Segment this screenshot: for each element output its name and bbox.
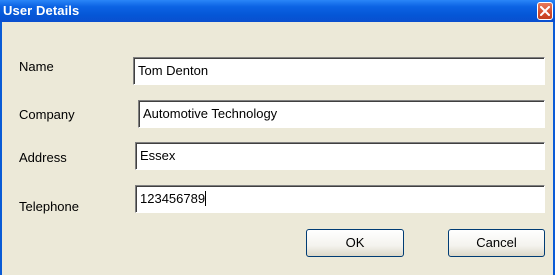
close-button[interactable] xyxy=(537,2,553,20)
user-details-dialog: User Details Name Tom Denton Company Aut… xyxy=(0,0,555,275)
company-field-value: Automotive Technology xyxy=(143,106,278,121)
window-title: User Details xyxy=(3,3,80,18)
ok-button[interactable]: OK xyxy=(306,229,404,257)
name-field-value: Tom Denton xyxy=(138,63,209,78)
text-cursor xyxy=(205,191,207,206)
telephone-label: Telephone xyxy=(19,199,79,214)
company-label: Company xyxy=(19,107,75,122)
address-field-value: Essex xyxy=(140,148,176,163)
telephone-field[interactable]: 123456789 xyxy=(135,185,545,213)
address-field[interactable]: Essex xyxy=(135,142,545,170)
title-bar[interactable]: User Details xyxy=(0,0,555,22)
company-field[interactable]: Automotive Technology xyxy=(138,100,545,128)
cancel-button[interactable]: Cancel xyxy=(448,229,545,257)
dialog-body: Name Tom Denton Company Automotive Techn… xyxy=(2,22,553,275)
name-field[interactable]: Tom Denton xyxy=(133,57,545,85)
name-label: Name xyxy=(19,59,54,74)
close-icon xyxy=(540,6,550,16)
address-label: Address xyxy=(19,150,67,165)
telephone-field-value: 123456789 xyxy=(140,191,206,206)
